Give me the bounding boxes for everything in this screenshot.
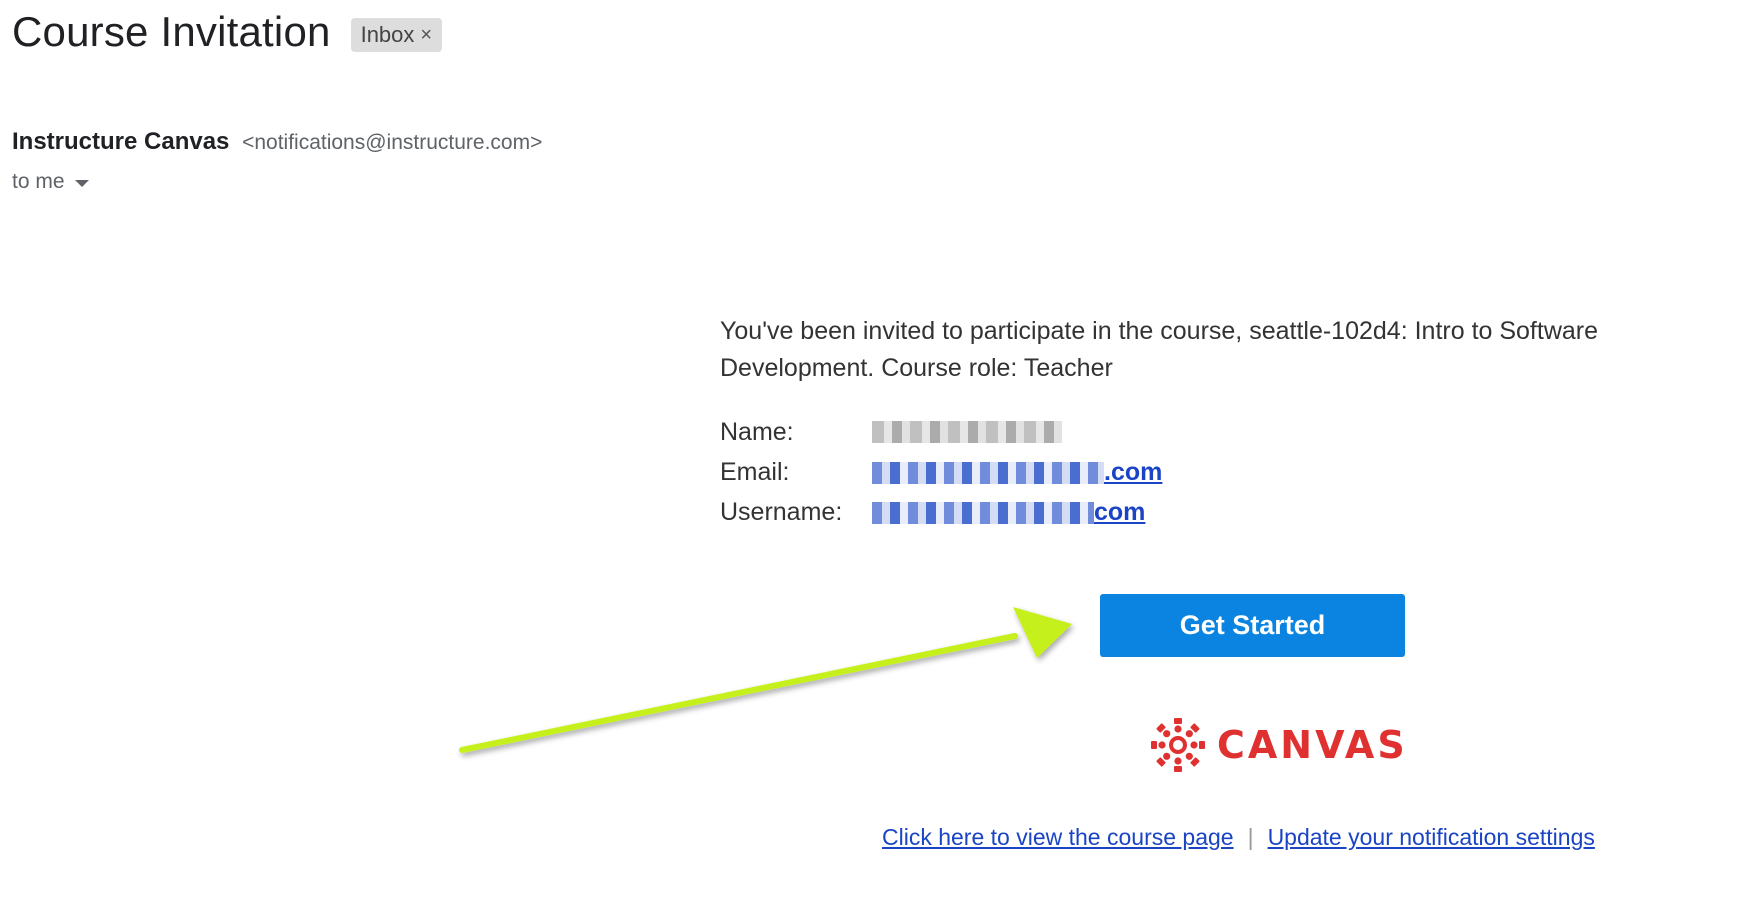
email-header: Course Invitation Inbox × <box>12 8 443 56</box>
recipients-text: to me <box>12 170 65 193</box>
sender-email: <notifications@instructure.com> <box>242 131 543 154</box>
arrow-shaft <box>459 633 1018 753</box>
canvas-logo-text: CANVAS <box>1217 723 1408 767</box>
email-suffix: .com <box>1104 457 1163 486</box>
recipients-line[interactable]: to me <box>12 170 89 194</box>
username-suffix: com <box>1094 497 1146 526</box>
inbox-label[interactable]: Inbox × <box>350 18 443 52</box>
redacted-username <box>872 501 1094 524</box>
link-separator: | <box>1247 824 1254 850</box>
inbox-label-text: Inbox <box>360 22 415 47</box>
username-link[interactable]: com <box>872 498 1145 527</box>
invitation-message: You've been invited to participate in th… <box>720 317 1599 382</box>
remove-label-icon[interactable]: × <box>420 24 432 47</box>
sender-line: Instructure Canvas <notifications@instru… <box>12 128 542 156</box>
chevron-down-icon[interactable] <box>74 180 89 187</box>
arrow-head <box>1013 607 1072 658</box>
canvas-logo-icon <box>1151 718 1205 772</box>
canvas-logo: CANVAS <box>1151 718 1408 772</box>
redacted-name <box>872 421 1062 443</box>
username-label: Username: <box>720 497 843 526</box>
email-row: Email: .com <box>720 452 1162 492</box>
redacted-email <box>872 461 1104 484</box>
get-started-button[interactable]: Get Started <box>1100 594 1405 657</box>
name-label: Name: <box>720 417 794 446</box>
account-details: Name: Email: .com Username: com <box>720 412 1162 532</box>
email-link[interactable]: .com <box>872 458 1162 487</box>
notification-settings-link[interactable]: Update your notification settings <box>1268 824 1595 851</box>
footer-links: Click here to view the course page | Upd… <box>882 824 1595 851</box>
course-page-link[interactable]: Click here to view the course page <box>882 824 1234 851</box>
email-subject: Course Invitation <box>12 8 331 55</box>
sender-name[interactable]: Instructure Canvas <box>12 128 229 155</box>
name-row: Name: <box>720 412 1162 452</box>
email-label: Email: <box>720 457 790 486</box>
username-row: Username: com <box>720 492 1162 532</box>
